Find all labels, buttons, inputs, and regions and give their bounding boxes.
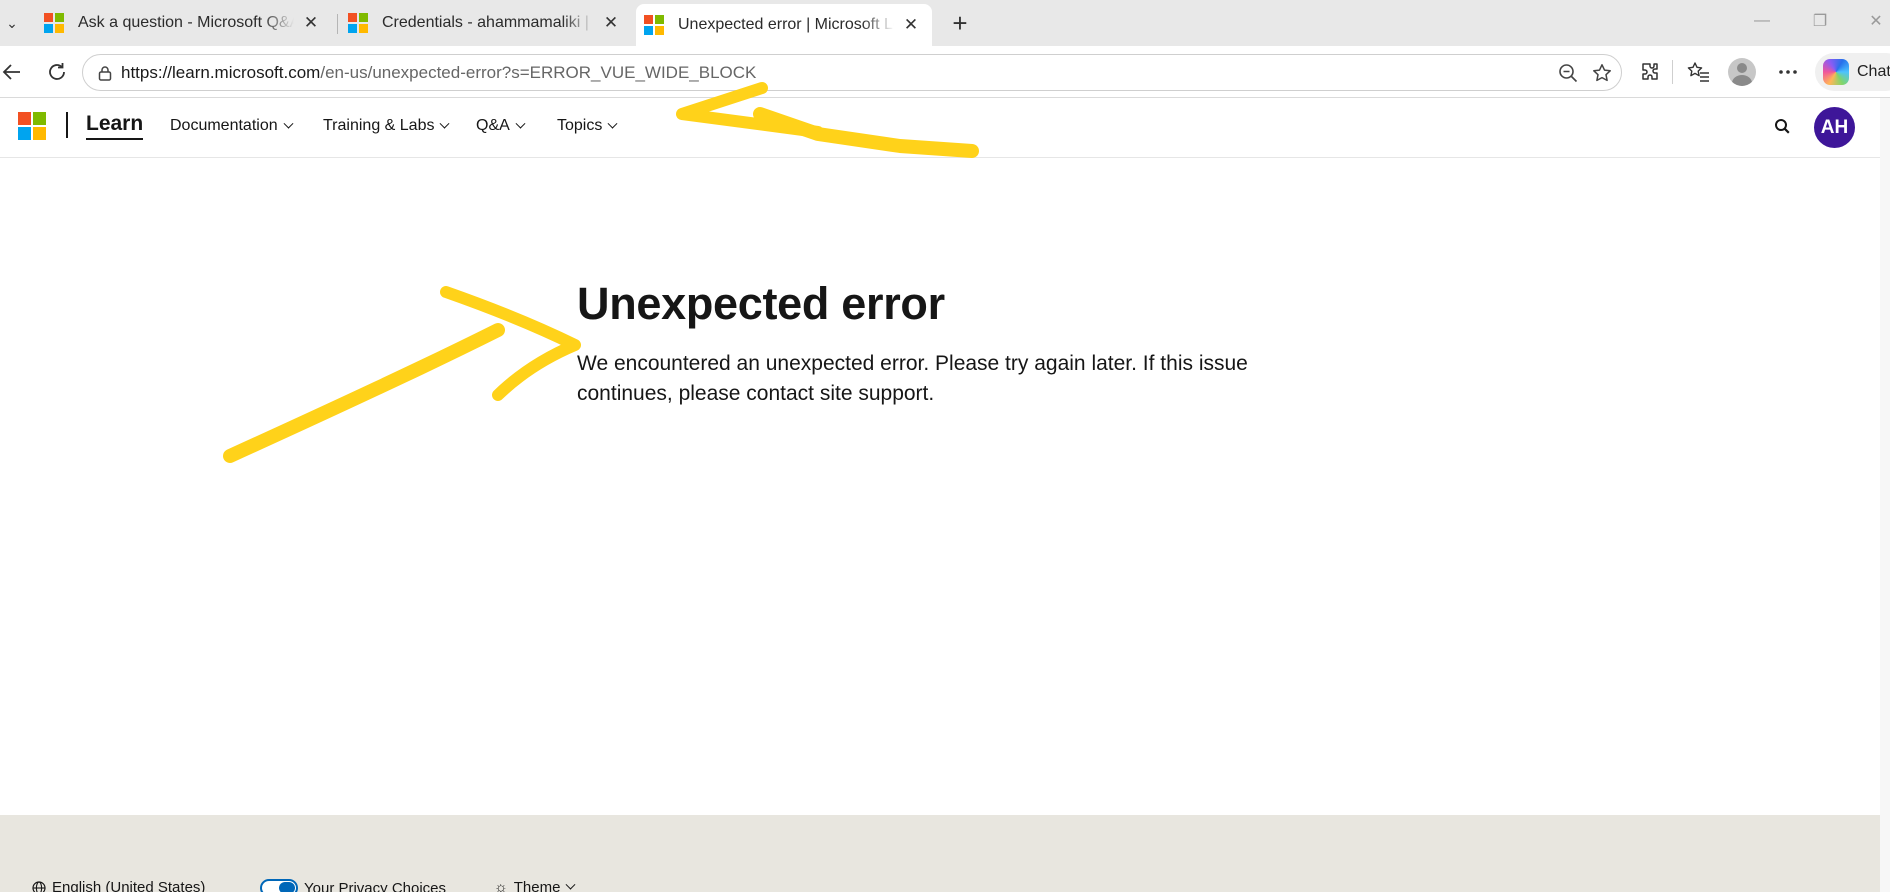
tab-title: Unexpected error | Microsoft Learn <box>678 16 894 33</box>
language-selector[interactable]: English (United States) <box>32 879 205 892</box>
close-tab-icon[interactable]: ✕ <box>900 14 922 36</box>
logo-divider <box>66 112 68 138</box>
tab-divider <box>337 14 338 34</box>
new-tab-button[interactable]: + <box>944 8 976 38</box>
learn-home-link[interactable]: Learn <box>86 112 144 140</box>
site-footer: English (United States) Your Privacy Cho… <box>0 815 1880 892</box>
copilot-chat-button[interactable]: Chat <box>1815 53 1890 91</box>
chevron-down-icon <box>515 118 526 129</box>
address-bar[interactable]: https://learn.microsoft.com/en-us/unexpe… <box>82 54 1622 91</box>
page-title: Unexpected error <box>577 278 945 329</box>
nav-topics[interactable]: Topics <box>557 117 618 135</box>
close-tab-icon[interactable]: ✕ <box>300 12 322 34</box>
more-options-icon[interactable] <box>1774 58 1802 86</box>
refresh-icon[interactable] <box>43 58 71 86</box>
microsoft-logo-icon[interactable] <box>18 112 46 140</box>
close-tab-icon[interactable]: ✕ <box>600 12 622 34</box>
nav-label: Documentation <box>170 117 278 134</box>
microsoft-logo-icon <box>644 15 664 35</box>
tab-title: Ask a question - Microsoft Q&A <box>78 14 294 31</box>
minimize-icon[interactable]: — <box>1742 6 1782 36</box>
extensions-icon[interactable] <box>1636 58 1664 86</box>
user-avatar[interactable]: AH <box>1814 107 1855 148</box>
tab-title: Credentials - ahammamaliki | Microsoft <box>382 14 594 31</box>
profile-avatar-icon[interactable] <box>1728 58 1756 86</box>
language-label: English (United States) <box>52 879 206 892</box>
url-host: https://learn.microsoft.com <box>121 62 321 82</box>
favorite-star-icon[interactable] <box>1591 62 1613 84</box>
nav-qa[interactable]: Q&A <box>476 117 526 135</box>
tab-credentials[interactable]: Credentials - ahammamaliki | Microsoft ✕ <box>340 4 632 42</box>
chevron-down-icon <box>607 118 618 129</box>
copilot-icon <box>1823 59 1849 85</box>
browser-tab-strip: ⌄ Ask a question - Microsoft Q&A ✕ Crede… <box>0 0 1890 46</box>
globe-icon <box>32 880 46 892</box>
privacy-toggle-icon <box>260 879 298 892</box>
url-path: /en-us/unexpected-error?s=ERROR_VUE_WIDE… <box>320 62 757 82</box>
sun-icon: ☼ <box>494 879 508 892</box>
theme-selector[interactable]: ☼ Theme <box>494 879 576 892</box>
nav-label: Training & Labs <box>323 117 435 134</box>
zoom-out-icon[interactable] <box>1557 62 1579 84</box>
scrollbar[interactable] <box>1880 98 1890 892</box>
nav-label: Q&A <box>476 117 510 134</box>
nav-training-labs[interactable]: Training & Labs <box>323 117 450 135</box>
error-message: We encountered an unexpected error. Plea… <box>577 352 1248 405</box>
copilot-label: Chat <box>1857 63 1890 80</box>
lock-icon[interactable] <box>97 65 113 81</box>
url-text[interactable]: https://learn.microsoft.com/en-us/unexpe… <box>121 63 756 83</box>
tab-ask-question[interactable]: Ask a question - Microsoft Q&A ✕ <box>36 4 332 42</box>
nav-label: Topics <box>557 117 603 134</box>
search-icon[interactable] <box>1772 116 1794 138</box>
browser-toolbar: https://learn.microsoft.com/en-us/unexpe… <box>0 46 1890 98</box>
tab-unexpected-error[interactable]: Unexpected error | Microsoft Learn ✕ <box>636 4 932 46</box>
nav-documentation[interactable]: Documentation <box>170 117 294 135</box>
privacy-choices-link[interactable]: Your Privacy Choices <box>260 879 446 892</box>
close-window-icon[interactable]: ✕ <box>1856 6 1890 36</box>
microsoft-logo-icon <box>44 13 64 33</box>
theme-label: Theme <box>513 879 561 892</box>
restore-icon[interactable]: ❐ <box>1800 6 1840 36</box>
annotation-arrow-error <box>223 323 505 463</box>
chevron-down-icon <box>440 118 450 129</box>
site-header: Learn Documentation Training & Labs Q&A … <box>0 98 1890 158</box>
microsoft-logo-icon <box>348 13 368 33</box>
toolbar-divider <box>1672 60 1673 84</box>
privacy-label: Your Privacy Choices <box>304 879 447 892</box>
favorites-icon[interactable] <box>1685 58 1713 86</box>
annotation-arrow-error-head <box>440 286 581 401</box>
tab-list-chevron-icon[interactable]: ⌄ <box>0 10 24 36</box>
chevron-down-icon <box>565 879 576 890</box>
back-arrow-icon[interactable] <box>0 58 26 86</box>
chevron-down-icon <box>283 118 294 129</box>
